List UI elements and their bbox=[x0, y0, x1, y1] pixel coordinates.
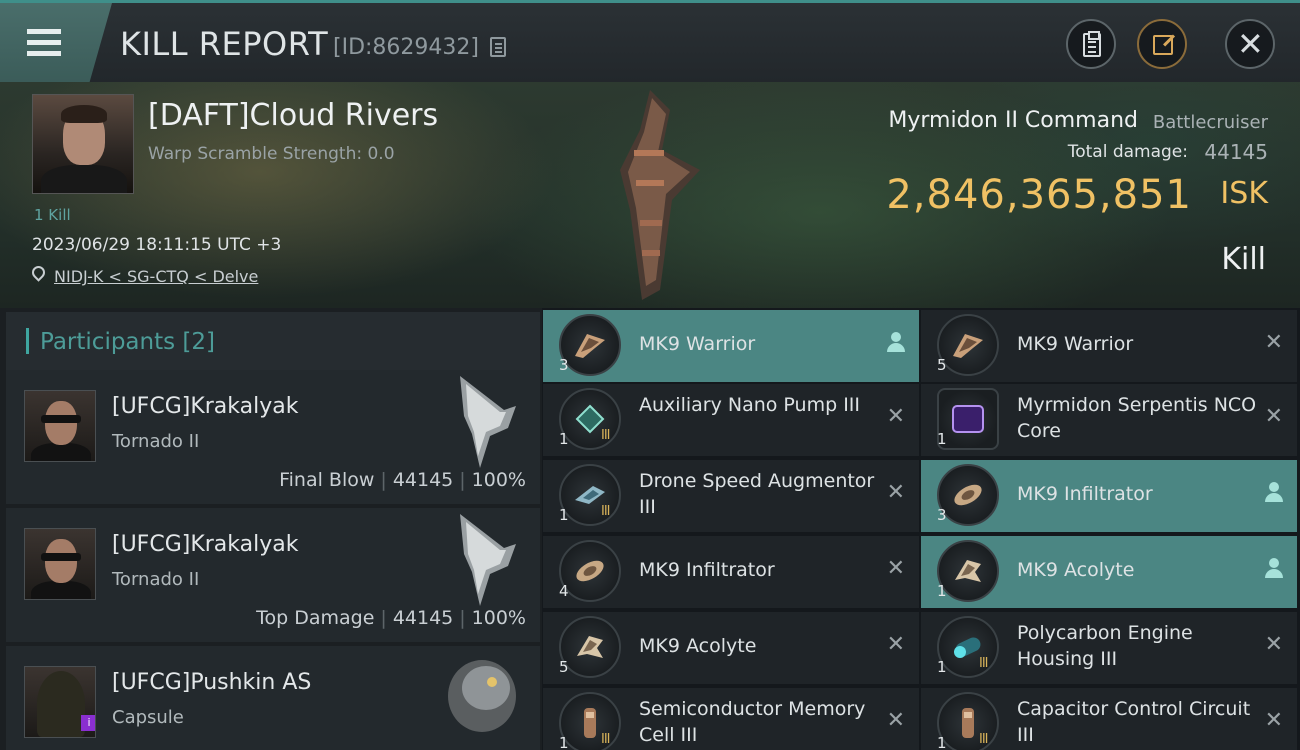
isk-value: 2,846,365,851 bbox=[886, 172, 1192, 218]
items-grid: 3 MK9 Warrior 5 MK9 Warrior ✕ 1 III Auxi… bbox=[543, 310, 1300, 750]
tier-badge: III bbox=[601, 504, 610, 519]
item-name: MK9 Acolyte bbox=[639, 635, 757, 657]
victim-ship-class: Battlecruiser bbox=[1152, 112, 1268, 133]
item-row[interactable]: 1 III Polycarbon Engine Housing III ✕ bbox=[921, 612, 1297, 684]
item-name: MK9 Warrior bbox=[639, 333, 756, 355]
avatar[interactable]: i bbox=[24, 666, 96, 738]
close-button[interactable]: ✕ bbox=[1225, 19, 1275, 69]
capsule-image[interactable] bbox=[440, 656, 520, 736]
item-name: Polycarbon Engine Housing III bbox=[1017, 622, 1193, 670]
participant-percent: 100% bbox=[471, 469, 526, 491]
x-icon: ✕ bbox=[1264, 330, 1283, 355]
participant-damage: 44145 bbox=[392, 607, 454, 629]
victim-header: [DAFT]Cloud Rivers Warp Scramble Strengt… bbox=[0, 82, 1300, 308]
location-pin-icon bbox=[29, 263, 48, 282]
item-name: Myrmidon Serpentis NCO Core bbox=[1017, 394, 1257, 442]
x-icon: ✕ bbox=[1264, 404, 1283, 429]
kill-type: Kill bbox=[1221, 242, 1266, 277]
participants-panel: Participants [2] [UFCG]Krakalyak Tornado… bbox=[0, 308, 542, 750]
share-button[interactable] bbox=[1137, 19, 1187, 69]
avatar[interactable] bbox=[24, 390, 96, 462]
item-row[interactable]: 1 Myrmidon Serpentis NCO Core ✕ bbox=[921, 384, 1297, 456]
participant-name[interactable]: [UFCG]Krakalyak bbox=[112, 394, 298, 419]
item-row[interactable]: 1 MK9 Acolyte bbox=[921, 536, 1297, 608]
clipboard-button[interactable] bbox=[1066, 19, 1116, 69]
item-name: Drone Speed Augmentor III bbox=[639, 470, 875, 518]
menu-button[interactable] bbox=[0, 3, 112, 82]
victim-ship-name[interactable]: Myrmidon II Command bbox=[888, 108, 1138, 133]
victim-name[interactable]: [DAFT]Cloud Rivers bbox=[148, 98, 438, 133]
x-icon: ✕ bbox=[886, 708, 905, 733]
hamburger-icon bbox=[27, 29, 61, 62]
item-row[interactable]: 5 MK9 Acolyte ✕ bbox=[543, 612, 919, 684]
tier-badge: III bbox=[979, 732, 988, 747]
participant-stats: Final Blow | 44145 | 100% bbox=[279, 469, 526, 491]
participant-damage: 44145 bbox=[392, 469, 454, 491]
participant-role: Top Damage bbox=[256, 607, 375, 629]
x-icon: ✕ bbox=[1264, 708, 1283, 733]
item-name: MK9 Warrior bbox=[1017, 333, 1134, 355]
user-icon bbox=[1265, 482, 1283, 504]
participant-ship: Capsule bbox=[112, 707, 184, 728]
kill-timestamp: 2023/06/29 18:11:15 UTC +3 bbox=[32, 235, 282, 255]
item-name: MK9 Infiltrator bbox=[1017, 483, 1153, 505]
participant-ship: Tornado II bbox=[112, 569, 200, 590]
victim-ship-image[interactable] bbox=[590, 90, 730, 300]
item-name: Auxiliary Nano Pump III bbox=[639, 394, 861, 416]
top-bar: KILL REPORT [ID:8629432] ✕ bbox=[0, 0, 1300, 82]
participant-ship-image[interactable] bbox=[450, 514, 520, 606]
warp-scramble-strength: Warp Scramble Strength: 0.0 bbox=[148, 144, 395, 164]
total-damage-value: 44145 bbox=[1204, 140, 1268, 164]
participants-header: Participants [2] bbox=[6, 312, 540, 370]
participants-title: Participants [2] bbox=[40, 329, 215, 355]
user-icon bbox=[1265, 558, 1283, 580]
item-name: Semiconductor Memory Cell III bbox=[639, 698, 866, 746]
x-icon: ✕ bbox=[1264, 632, 1283, 657]
user-icon bbox=[887, 332, 905, 354]
page-title: KILL REPORT bbox=[120, 25, 329, 63]
participant-percent: 100% bbox=[471, 607, 526, 629]
kill-id: [ID:8629432] bbox=[333, 35, 479, 60]
participant-card[interactable]: i [UFCG]Pushkin AS Capsule bbox=[6, 646, 540, 750]
item-name: Capacitor Control Circuit III bbox=[1017, 698, 1251, 746]
item-row[interactable]: 1 III Auxiliary Nano Pump III ✕ bbox=[543, 384, 919, 456]
victim-kill-count: 1 Kill bbox=[34, 206, 71, 224]
clipboard-icon bbox=[1083, 31, 1101, 57]
copy-icon[interactable] bbox=[490, 37, 506, 57]
participant-card[interactable]: [UFCG]Krakalyak Tornado II Final Blow | 44… bbox=[6, 370, 540, 504]
item-name: MK9 Acolyte bbox=[1017, 559, 1135, 581]
tier-badge: III bbox=[601, 732, 610, 747]
item-row[interactable]: 3 MK9 Warrior bbox=[543, 310, 919, 382]
x-icon: ✕ bbox=[886, 480, 905, 505]
item-row[interactable]: 5 MK9 Warrior ✕ bbox=[921, 310, 1297, 382]
participant-stats: Top Damage | 44145 | 100% bbox=[256, 607, 526, 629]
x-icon: ✕ bbox=[886, 632, 905, 657]
participant-name[interactable]: [UFCG]Pushkin AS bbox=[112, 670, 311, 695]
participant-name[interactable]: [UFCG]Krakalyak bbox=[112, 532, 298, 557]
close-icon: ✕ bbox=[1237, 25, 1264, 63]
participant-ship: Tornado II bbox=[112, 431, 200, 452]
participant-card[interactable]: [UFCG]Krakalyak Tornado II Top Damage | 44… bbox=[6, 508, 540, 642]
x-icon: ✕ bbox=[886, 556, 905, 581]
item-row[interactable]: 4 MK9 Infiltrator ✕ bbox=[543, 536, 919, 608]
item-row[interactable]: 3 MK9 Infiltrator bbox=[921, 460, 1297, 532]
item-row[interactable]: 1 III Drone Speed Augmentor III ✕ bbox=[543, 460, 919, 532]
x-icon: ✕ bbox=[886, 404, 905, 429]
info-icon: i bbox=[81, 715, 95, 731]
item-name: MK9 Infiltrator bbox=[639, 559, 775, 581]
item-row[interactable]: 1 III Semiconductor Memory Cell III ✕ bbox=[543, 688, 919, 750]
victim-portrait[interactable] bbox=[32, 94, 134, 194]
tier-badge: III bbox=[601, 428, 610, 443]
avatar[interactable] bbox=[24, 528, 96, 600]
share-icon bbox=[1153, 35, 1173, 55]
location-link[interactable]: NIDJ-K < SG-CTQ < Delve bbox=[54, 267, 258, 286]
participant-role: Final Blow bbox=[279, 469, 375, 491]
isk-unit: ISK bbox=[1220, 176, 1268, 211]
tier-badge: III bbox=[979, 656, 988, 671]
item-row[interactable]: 1 III Capacitor Control Circuit III ✕ bbox=[921, 688, 1297, 750]
participant-ship-image[interactable] bbox=[450, 376, 520, 468]
total-damage-label: Total damage: bbox=[1067, 142, 1188, 162]
